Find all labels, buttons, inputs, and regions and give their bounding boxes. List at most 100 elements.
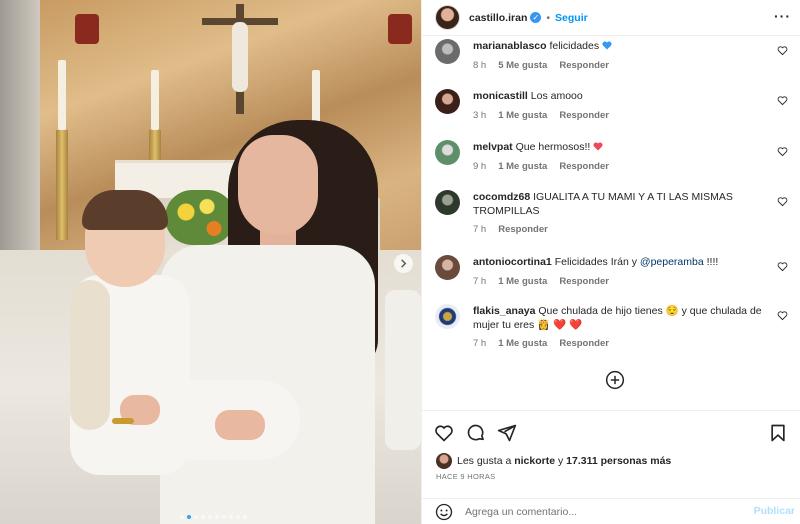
commenter-username[interactable]: antoniocortina1: [473, 256, 552, 268]
comment-input[interactable]: [465, 504, 735, 520]
commenter-username[interactable]: flakis_anaya: [473, 305, 535, 317]
comment-item: marianablasco felicidades 8 h 5 Me gusta…: [435, 39, 790, 71]
commenter-username[interactable]: marianablasco: [473, 40, 547, 52]
comment-meta: 9 h 1 Me gusta Responder: [473, 161, 621, 172]
photo-candle: [151, 70, 159, 130]
reply-button[interactable]: Responder: [559, 338, 609, 349]
comment-icon[interactable]: [466, 423, 486, 443]
comment-time[interactable]: 7 h: [473, 224, 486, 235]
comment-item: monicastill Los amooo 3 h 1 Me gusta Res…: [435, 89, 790, 121]
emoji-icon[interactable]: [435, 503, 453, 521]
comment-likes[interactable]: 5 Me gusta: [498, 60, 547, 71]
comment-content: Los amooo: [530, 90, 583, 102]
comment-likes[interactable]: 1 Me gusta: [498, 110, 547, 121]
heart-icon[interactable]: [777, 146, 788, 157]
comment-time[interactable]: 9 h: [473, 161, 486, 172]
comment-likes[interactable]: 1 Me gusta: [498, 338, 547, 349]
liker-avatar[interactable]: [436, 453, 452, 469]
more-icon[interactable]: ···: [774, 9, 791, 23]
reply-button[interactable]: Responder: [559, 161, 609, 172]
carousel-dot: [180, 515, 184, 519]
post-photo[interactable]: [0, 0, 421, 524]
carousel-dots: [180, 515, 247, 519]
photo-candle-holder: [56, 130, 68, 240]
comment-meta: 7 h Responder: [473, 224, 560, 235]
comment-meta: 3 h 1 Me gusta Responder: [473, 110, 621, 121]
follow-button[interactable]: Seguir: [555, 12, 588, 24]
heart-icon[interactable]: [777, 196, 788, 207]
comment-text: marianablasco felicidades: [473, 39, 763, 53]
photo-baby-hair: [82, 190, 168, 230]
blue-heart-icon: [602, 41, 612, 50]
heart-icon[interactable]: [434, 423, 454, 443]
likes-joiner: y: [558, 455, 564, 467]
chevron-right-icon: [401, 259, 407, 268]
comment-item: antoniocortina1 Felicidades Irán y @pepe…: [435, 255, 790, 287]
comment-text: cocomdz68 IGUALITA A TU MAMI Y A TI LAS …: [473, 190, 763, 218]
commenter-avatar[interactable]: [435, 140, 460, 165]
comment-item: melvpat Que hermosos!! 9 h 1 Me gusta Re…: [435, 140, 790, 172]
photo-baby-vest: [70, 280, 110, 430]
comment-text: antoniocortina1 Felicidades Irán y @pepe…: [473, 255, 763, 269]
comment-meta: 7 h 1 Me gusta Responder: [473, 276, 621, 287]
verified-icon: ✓: [530, 12, 542, 23]
commenter-avatar[interactable]: [435, 304, 460, 329]
carousel-dot: [222, 515, 226, 519]
carousel-dot: [201, 515, 205, 519]
post-timestamp[interactable]: HACE 9 HORAS: [436, 472, 495, 481]
photo-lamp-right: [388, 14, 412, 44]
comment-text: melvpat Que hermosos!!: [473, 140, 763, 154]
heart-icon[interactable]: [777, 261, 788, 272]
heart-icon[interactable]: [777, 310, 788, 321]
commenter-username[interactable]: monicastill: [473, 90, 528, 102]
reply-button[interactable]: Responder: [559, 110, 609, 121]
photo-flowers: [165, 190, 235, 245]
comment-likes[interactable]: 1 Me gusta: [498, 161, 547, 172]
comment-content-end: !!!!: [706, 256, 719, 268]
commenter-avatar[interactable]: [435, 190, 460, 215]
comment-composer: Publicar: [422, 498, 800, 524]
commenter-avatar[interactable]: [435, 39, 460, 64]
author-avatar[interactable]: [435, 5, 460, 30]
comment-likes[interactable]: 1 Me gusta: [498, 276, 547, 287]
carousel-dot: [229, 515, 233, 519]
author-username[interactable]: castillo.iran: [469, 12, 527, 24]
comment-item: cocomdz68 IGUALITA A TU MAMI Y A TI LAS …: [435, 190, 790, 236]
share-icon[interactable]: [497, 423, 517, 443]
reply-button[interactable]: Responder: [559, 60, 609, 71]
reply-button[interactable]: Responder: [559, 276, 609, 287]
comment-content: felicidades: [549, 40, 600, 52]
next-photo-button[interactable]: [394, 254, 413, 273]
post-panel: castillo.iran ✓ • Seguir ··· marianablas…: [421, 0, 800, 524]
commenter-username[interactable]: melvpat: [473, 141, 513, 153]
comment-time[interactable]: 7 h: [473, 338, 486, 349]
heart-icon[interactable]: [777, 95, 788, 106]
likes-count[interactable]: 17.311 personas más: [566, 455, 671, 467]
photo-lamp-left: [75, 14, 99, 44]
photo-figure: [232, 22, 248, 92]
add-circle-icon[interactable]: [605, 370, 625, 390]
commenter-avatar[interactable]: [435, 89, 460, 114]
heart-icon[interactable]: [777, 45, 788, 56]
photo-woman-face: [238, 135, 318, 235]
commenter-avatar[interactable]: [435, 255, 460, 280]
liker-username[interactable]: nickorte: [514, 455, 555, 467]
commenter-username[interactable]: cocomdz68: [473, 191, 530, 203]
comment-time[interactable]: 3 h: [473, 110, 486, 121]
photo-arm: [385, 290, 421, 450]
reply-button[interactable]: Responder: [498, 224, 548, 235]
likes-summary: Les gusta a nickorte y 17.311 personas m…: [436, 453, 671, 469]
comment-content: Felicidades Irán y: [554, 256, 637, 268]
comment-time[interactable]: 8 h: [473, 60, 486, 71]
post-viewer: castillo.iran ✓ • Seguir ··· marianablas…: [0, 0, 800, 524]
comment-time[interactable]: 7 h: [473, 276, 486, 287]
photo-candle: [58, 60, 66, 130]
likes-prefix: Les gusta a: [457, 455, 512, 467]
comment-mention[interactable]: @peperamba: [640, 256, 704, 268]
publish-button[interactable]: Publicar: [754, 505, 795, 517]
comment-meta: 7 h 1 Me gusta Responder: [473, 338, 621, 349]
carousel-dot: [187, 515, 191, 519]
header-separator: •: [546, 11, 551, 24]
bookmark-icon[interactable]: [768, 423, 788, 443]
carousel-dot: [208, 515, 212, 519]
